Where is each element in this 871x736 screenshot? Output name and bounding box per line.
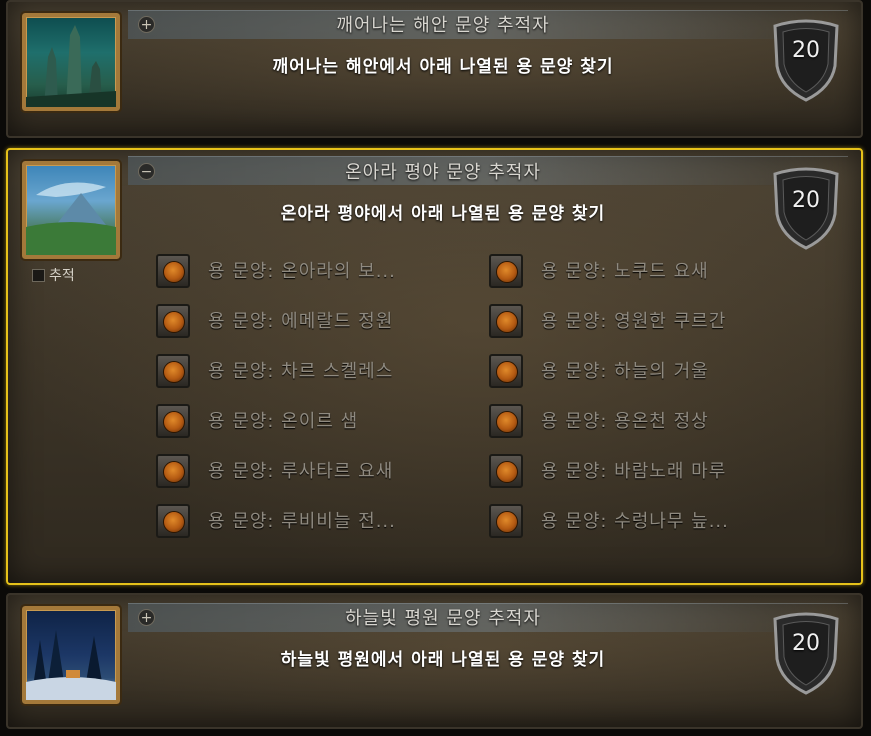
achievement-azure-span[interactable]: + 하늘빛 평원 문양 추적자 하늘빛 평원에서 아래 나열된 용 문양 찾기 … bbox=[6, 593, 863, 729]
achievement-title: 깨어나는 해안 문양 추적자 bbox=[336, 15, 550, 36]
criteria-item: 용 문양: 수렁나무 늪... bbox=[489, 502, 809, 542]
achievement-thumbnail bbox=[20, 11, 122, 113]
dragon-glyph-icon bbox=[156, 404, 190, 438]
criteria-item: 용 문양: 온이르 샘 bbox=[156, 402, 476, 442]
collapse-toggle-icon[interactable]: − bbox=[138, 163, 155, 180]
expand-toggle-icon[interactable]: + bbox=[138, 609, 155, 626]
dragon-glyph-icon bbox=[156, 254, 190, 288]
track-label: 추적 bbox=[49, 268, 75, 284]
achievement-points: 20 bbox=[792, 188, 820, 213]
criteria-item: 용 문양: 에메랄드 정원 bbox=[156, 302, 476, 342]
dragon-glyph-icon bbox=[156, 504, 190, 538]
dragon-glyph-icon bbox=[489, 504, 523, 538]
achievement-description: 깨어나는 해안에서 아래 나열된 용 문양 찾기 bbox=[272, 57, 614, 77]
expand-toggle-icon[interactable]: + bbox=[138, 16, 155, 33]
dragon-glyph-icon bbox=[489, 304, 523, 338]
criteria-item: 용 문양: 차르 스켈레스 bbox=[156, 352, 476, 392]
dragon-glyph-icon bbox=[156, 354, 190, 388]
achievement-title: 하늘빛 평원 문양 추적자 bbox=[345, 608, 541, 629]
checkbox-icon[interactable] bbox=[32, 269, 45, 282]
criteria-item: 용 문양: 바람노래 마루 bbox=[489, 452, 809, 492]
dragon-glyph-icon bbox=[489, 454, 523, 488]
achievement-thumbnail bbox=[20, 604, 122, 706]
achievement-waking-shores[interactable]: + 깨어나는 해안 문양 추적자 깨어나는 해안에서 아래 나열된 용 문양 찾… bbox=[6, 0, 863, 138]
dragon-glyph-icon bbox=[156, 304, 190, 338]
criteria-item: 용 문양: 하늘의 거울 bbox=[489, 352, 809, 392]
criteria-item: 용 문양: 온아라의 보... bbox=[156, 252, 476, 292]
criteria-item: 용 문양: 노쿠드 요새 bbox=[489, 252, 809, 292]
criteria-item: 용 문양: 루사타르 요새 bbox=[156, 452, 476, 492]
criteria-item: 용 문양: 영원한 쿠르간 bbox=[489, 302, 809, 342]
achievement-thumbnail bbox=[20, 159, 122, 261]
achievement-points: 20 bbox=[792, 631, 820, 656]
dragon-glyph-icon bbox=[489, 354, 523, 388]
achievement-description: 온아라 평야에서 아래 나열된 용 문양 찾기 bbox=[280, 204, 606, 224]
track-checkbox[interactable]: 추적 bbox=[32, 265, 75, 285]
dragon-glyph-icon bbox=[489, 254, 523, 288]
achievement-ohnahran-plains[interactable]: − 온아라 평야 문양 추적자 온아라 평야에서 아래 나열된 용 문양 찾기 … bbox=[6, 148, 863, 585]
dragon-glyph-icon bbox=[156, 454, 190, 488]
achievement-title: 온아라 평야 문양 추적자 bbox=[345, 162, 541, 183]
criteria-item: 용 문양: 용온천 정상 bbox=[489, 402, 809, 442]
criteria-item: 용 문양: 루비비늘 전... bbox=[156, 502, 476, 542]
dragon-glyph-icon bbox=[489, 404, 523, 438]
achievement-description: 하늘빛 평원에서 아래 나열된 용 문양 찾기 bbox=[280, 650, 606, 670]
achievement-points: 20 bbox=[792, 38, 820, 63]
